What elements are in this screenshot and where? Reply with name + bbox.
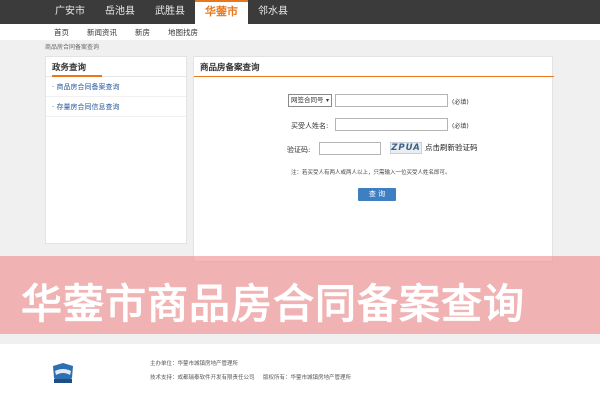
required-hint-buyer: (必填): [452, 123, 469, 130]
required-hint-contract: (必填): [452, 99, 469, 106]
tab-huaying[interactable]: 华蓥市: [195, 0, 248, 24]
refresh-captcha-link[interactable]: 点击刷新验证码: [425, 142, 478, 153]
menu-home[interactable]: 首页: [45, 25, 78, 41]
city-tabs: 广安市 岳池县 武胜县 华蓥市 邻水县: [45, 0, 298, 24]
banner-title: 华蓥市商品房合同备案查询: [21, 280, 525, 328]
menu-news[interactable]: 新闻资讯: [78, 25, 126, 41]
header-accent-line: [194, 76, 554, 77]
tab-wusheng[interactable]: 武胜县: [145, 0, 195, 24]
sidebar-panel: 政务查询 · 商品房合同备案查询 · 存量房合同信息查询: [45, 56, 187, 244]
sidebar-header: 政务查询: [46, 57, 186, 77]
main-menu: 首页 新闻资讯 新房 地图找房: [45, 25, 207, 41]
query-button[interactable]: 查 询: [358, 188, 396, 201]
tab-linshui[interactable]: 邻水县: [248, 0, 298, 24]
footer-host: 主办单位：华蓥市城镇房地产管理所: [150, 361, 239, 367]
sidebar-title-underline: [52, 75, 102, 77]
breadcrumb: 商品房合同备案查询: [45, 44, 100, 51]
menu-new-homes[interactable]: 新房: [126, 25, 159, 41]
tab-yuechi[interactable]: 岳池县: [95, 0, 145, 24]
buyer-note: 注：若买受人有两人或两人以上，只需输入一位买受人姓名即可。: [291, 170, 451, 176]
footer: 主办单位：华蓥市城镇房地产管理所 技术支持：成都瑞泰软件开发有限责任公司 版权所…: [0, 344, 600, 400]
sidebar-item-contract-filing[interactable]: · 商品房合同备案查询: [46, 77, 186, 97]
query-type-value: 网签合同号: [291, 96, 324, 104]
verification-code-input[interactable]: [319, 142, 381, 155]
contract-number-input[interactable]: [335, 94, 448, 107]
query-panel: 商品房备案查询 网签合同号 ▾ (必填) 买受人姓名: (必填) 验证码: ZP…: [193, 56, 554, 262]
menu-map-search[interactable]: 地图找房: [159, 25, 207, 41]
footer-tech-support: 技术支持：成都瑞泰软件开发有限责任公司: [150, 375, 255, 381]
sidebar-item-existing-contract[interactable]: · 存量房合同信息查询: [46, 97, 186, 117]
buyer-name-label: 买受人姓名:: [291, 122, 329, 130]
city-nav-bar: 广安市 岳池县 武胜县 华蓥市 邻水县: [0, 0, 600, 24]
title-banner: 华蓥市商品房合同备案查询: [0, 256, 600, 334]
query-panel-title: 商品房备案查询: [200, 63, 260, 73]
query-type-select[interactable]: 网签合同号 ▾: [288, 94, 332, 107]
sidebar-title: 政务查询: [52, 63, 87, 73]
tab-guangan[interactable]: 广安市: [45, 0, 95, 24]
query-panel-header: 商品房备案查询: [194, 57, 554, 77]
government-badge-logo: [53, 363, 73, 383]
buyer-name-input[interactable]: [335, 118, 448, 131]
chevron-down-icon: ▾: [325, 97, 329, 104]
footer-copyright: 版权所有：华蓥市城镇房地产管理所: [263, 375, 352, 381]
captcha-image[interactable]: ZPUA: [390, 142, 422, 154]
verification-code-label: 验证码:: [287, 146, 311, 154]
